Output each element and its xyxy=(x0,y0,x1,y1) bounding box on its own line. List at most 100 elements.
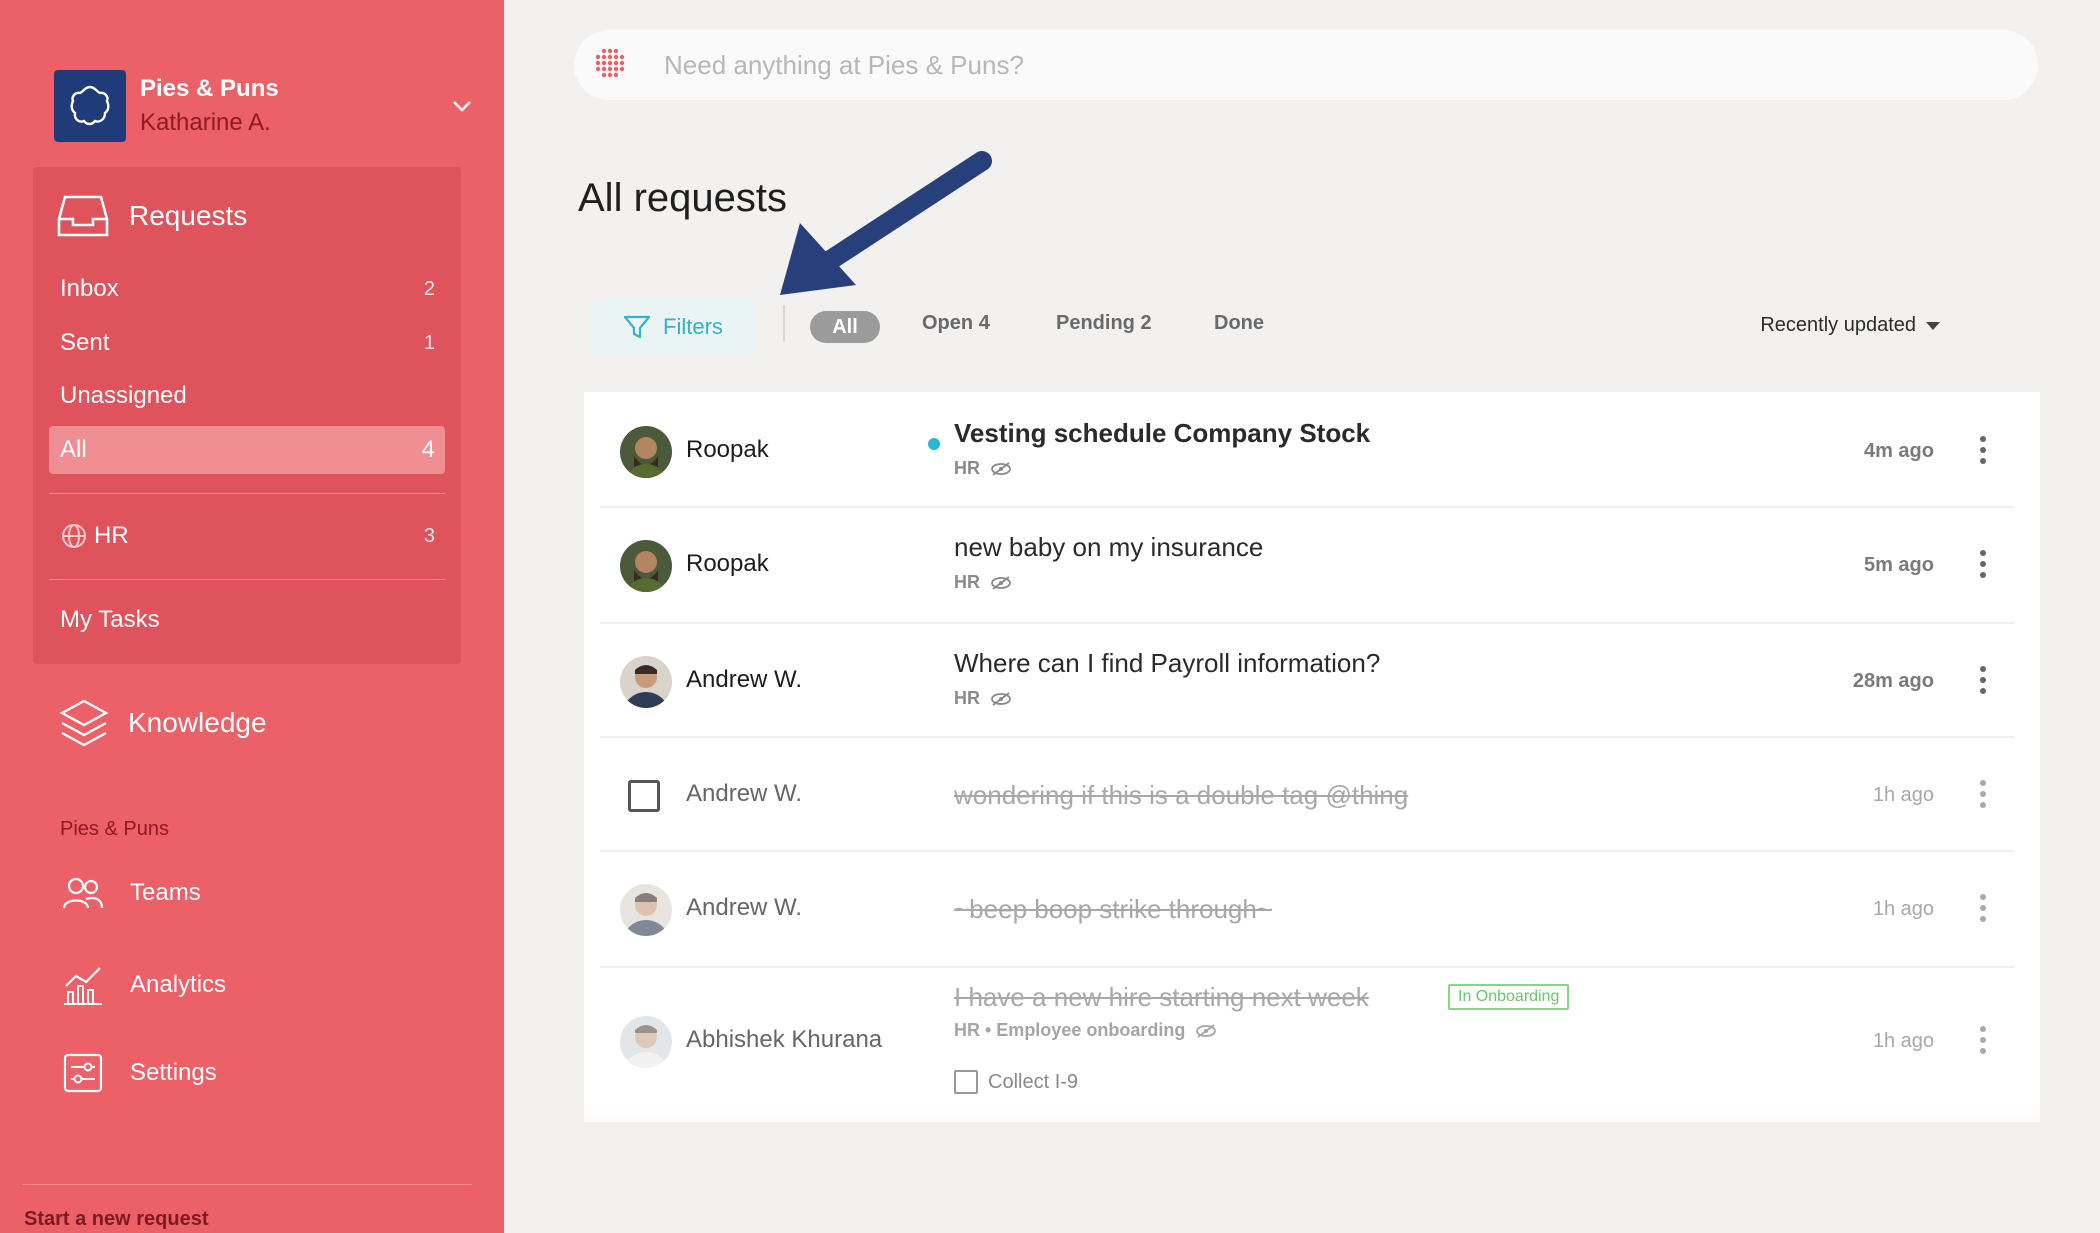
sidebar-item-label: Inbox xyxy=(60,275,119,302)
sidebar-item-analytics[interactable]: Analytics xyxy=(62,964,226,1006)
sidebar-item-teams[interactable]: Teams xyxy=(62,876,201,910)
table-row[interactable]: Roopak new baby on my insurance HR 5m ag… xyxy=(600,508,2014,624)
search-input[interactable] xyxy=(664,49,1664,81)
request-subject[interactable]: wondering if this is a double tag @thing xyxy=(954,780,1408,811)
table-row[interactable]: Andrew W. Where can I find Payroll infor… xyxy=(600,624,2014,738)
sidebar-item-label: Sent xyxy=(60,329,110,356)
requests-header[interactable]: Requests xyxy=(57,193,247,239)
search-bar[interactable] xyxy=(574,30,2038,100)
request-subject[interactable]: Vesting schedule Company Stock xyxy=(954,418,1370,449)
sidebar-item-my-tasks[interactable]: My Tasks xyxy=(49,596,445,644)
requests-panel: Requests Inbox 2 Sent 1 Unassigned All 4 xyxy=(33,167,461,664)
divider xyxy=(49,579,445,580)
globe-icon xyxy=(62,524,86,548)
request-subject[interactable]: I have a new hire starting next week xyxy=(954,982,1369,1013)
teams-icon xyxy=(62,877,104,909)
layers-icon xyxy=(59,699,109,747)
tab-pending[interactable]: Pending 2 xyxy=(1056,312,1152,335)
avatar xyxy=(620,1016,672,1068)
org-switcher[interactable]: Pies & Puns Katharine A. xyxy=(54,70,474,142)
sidebar-item-settings[interactable]: Settings xyxy=(62,1052,217,1094)
request-time: 1h ago xyxy=(1872,898,1934,920)
avatar-photo-icon xyxy=(620,656,672,708)
analytics-icon xyxy=(64,967,102,1005)
eye-off-icon xyxy=(991,461,1011,476)
unread-dot xyxy=(928,438,940,450)
requester-name: Andrew W. xyxy=(686,666,803,693)
complete-checkbox[interactable] xyxy=(628,780,660,812)
sort-dropdown[interactable]: Recently updated xyxy=(1760,314,1940,337)
sidebar-item-sent[interactable]: Sent 1 xyxy=(49,319,445,367)
avatar xyxy=(620,426,672,478)
request-team: HR xyxy=(954,572,980,592)
status-badge: In Onboarding xyxy=(1448,984,1570,1010)
sidebar-item-knowledge[interactable]: Knowledge xyxy=(58,697,267,749)
requester-name: Abhishek Khurana xyxy=(686,1026,883,1053)
more-options-icon[interactable] xyxy=(1980,666,1986,699)
knowledge-label: Knowledge xyxy=(128,707,267,738)
sidebar-item-count: 4 xyxy=(421,436,435,463)
current-user-name: Katharine A. xyxy=(140,109,271,136)
request-meta: HR xyxy=(954,458,1012,479)
scroll-fade xyxy=(504,1100,2100,1233)
request-time: 1h ago xyxy=(1872,1030,1934,1052)
request-meta: HR xyxy=(954,572,1012,593)
sidebar-item-label: Teams xyxy=(130,879,201,906)
settings-icon xyxy=(63,1053,103,1093)
subtask-label: Collect I-9 xyxy=(988,1070,1079,1093)
request-meta: HR xyxy=(954,688,1012,709)
more-options-icon[interactable] xyxy=(1980,550,1986,583)
dot-grid-logo-icon xyxy=(595,48,625,78)
table-row[interactable]: Abhishek Khurana I have a new hire start… xyxy=(600,968,2014,1122)
requests-label: Requests xyxy=(129,200,248,231)
org-name: Pies & Puns xyxy=(140,75,279,102)
tab-label: Done xyxy=(1214,312,1264,334)
sidebar-item-label: Settings xyxy=(130,1059,217,1086)
sidebar-item-unassigned[interactable]: Unassigned xyxy=(49,372,445,420)
sidebar-item-count: 2 xyxy=(423,277,435,300)
eye-off-icon xyxy=(991,575,1011,590)
filters-button[interactable]: Filters xyxy=(590,298,756,356)
subtask-item[interactable]: Collect I-9 xyxy=(954,1070,1078,1094)
request-subject[interactable]: new baby on my insurance xyxy=(954,532,1263,563)
sidebar-item-all[interactable]: All 4 xyxy=(49,426,445,474)
table-row[interactable]: Andrew W. wondering if this is a double … xyxy=(600,738,2014,852)
sort-label: Recently updated xyxy=(1760,314,1916,336)
chevron-down-icon[interactable] xyxy=(450,94,474,118)
sidebar-item-label: All xyxy=(60,436,87,463)
sidebar-item-hr[interactable]: HR 3 xyxy=(49,512,445,560)
request-list: Roopak Vesting schedule Company Stock HR… xyxy=(584,392,2040,1122)
more-options-icon[interactable] xyxy=(1980,1026,1986,1059)
divider xyxy=(22,1184,472,1185)
filters-label: Filters xyxy=(663,314,723,339)
request-meta: HR • Employee onboarding xyxy=(954,1020,1217,1041)
sidebar-item-count: 3 xyxy=(423,524,435,547)
divider xyxy=(49,493,445,494)
sidebar-item-label: Analytics xyxy=(130,971,227,998)
requester-name: Andrew W. xyxy=(686,894,803,921)
start-new-request-link[interactable]: Start a new request xyxy=(24,1208,209,1231)
avatar xyxy=(620,656,672,708)
avatar-photo-icon xyxy=(620,1016,672,1068)
sidebar: Pies & Puns Katharine A. Requests Inbox … xyxy=(0,0,504,1233)
avatar xyxy=(620,884,672,936)
sidebar-item-label: My Tasks xyxy=(60,606,160,633)
sidebar-item-label: Unassigned xyxy=(60,382,187,409)
request-time: 1h ago xyxy=(1872,784,1934,806)
flower-logo-icon xyxy=(70,85,110,126)
requester-name: Andrew W. xyxy=(686,780,803,807)
request-subject[interactable]: Where can I find Payroll information? xyxy=(954,648,1380,679)
org-logo xyxy=(54,70,126,142)
avatar xyxy=(620,540,672,592)
request-subject[interactable]: ~beep boop strike through~ xyxy=(954,894,1272,925)
more-options-icon[interactable] xyxy=(1980,436,1986,469)
more-options-icon[interactable] xyxy=(1980,894,1986,927)
table-row[interactable]: Roopak Vesting schedule Company Stock HR… xyxy=(600,392,2014,508)
subtask-checkbox[interactable] xyxy=(954,1070,978,1094)
request-team: HR xyxy=(954,458,980,478)
request-time: 28m ago xyxy=(1852,670,1934,692)
more-options-icon[interactable] xyxy=(1980,780,1986,813)
tab-done[interactable]: Done xyxy=(1214,312,1264,335)
table-row[interactable]: Andrew W. ~beep boop strike through~ 1h … xyxy=(600,852,2014,968)
sidebar-item-inbox[interactable]: Inbox 2 xyxy=(49,265,445,313)
